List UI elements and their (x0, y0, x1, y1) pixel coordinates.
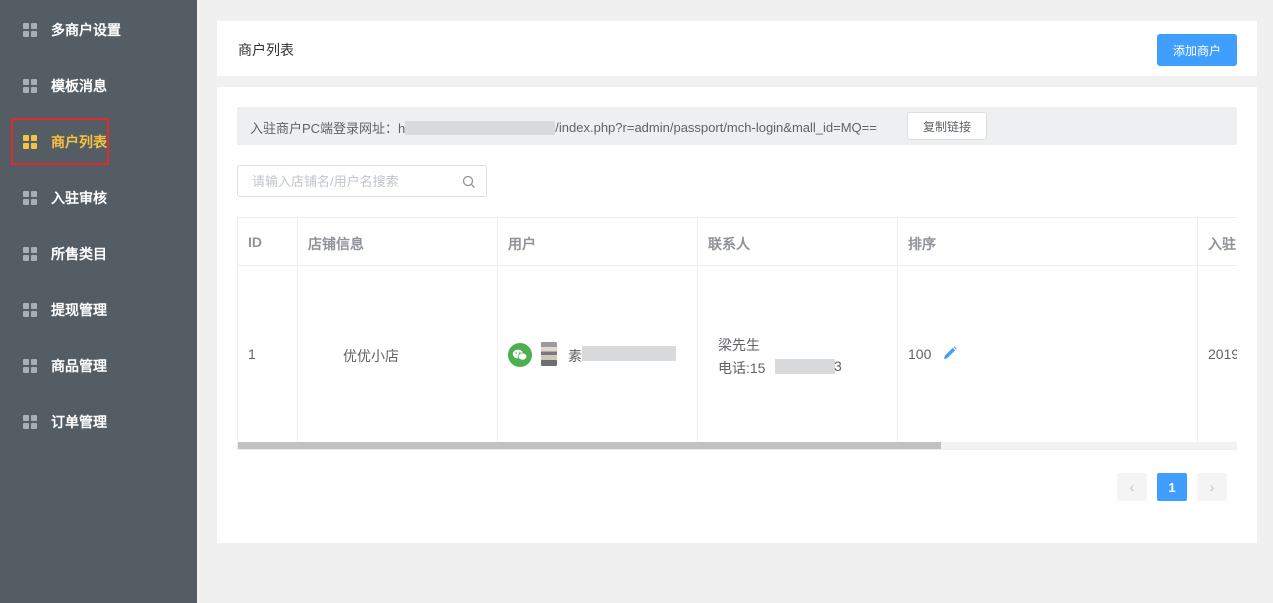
sidebar-item-entry-review[interactable]: 入驻审核 (0, 170, 197, 226)
copy-link-button[interactable]: 复制链接 (907, 112, 987, 140)
cell-sort: 100 (898, 266, 1198, 442)
login-url-suffix: /index.php?r=admin/passport/mch-login&ma… (555, 120, 877, 135)
page-title: 商户列表 (238, 42, 294, 58)
cell-contact: 梁先生 电话:15 3 (698, 266, 898, 442)
search-input[interactable] (252, 172, 452, 190)
sidebar-item-label: 商户列表 (51, 134, 107, 150)
sidebar-item-withdrawal-management[interactable]: 提现管理 (0, 282, 197, 338)
redacted-username (582, 346, 676, 361)
grid-icon (23, 415, 37, 429)
sidebar-item-label: 订单管理 (51, 414, 107, 430)
merchant-list-panel: 入驻商户PC端登录网址：h /index.php?r=admin/passpor… (217, 87, 1257, 543)
contact-name: 梁先生 (718, 337, 760, 353)
sidebar-item-sale-categories[interactable]: 所售类目 (0, 226, 197, 282)
contact-phone-prefix: 电话:15 (718, 360, 766, 376)
scrollbar-thumb[interactable] (238, 442, 941, 449)
grid-icon (23, 303, 37, 317)
column-header-user: 用户 (498, 218, 698, 265)
sidebar-item-order-management[interactable]: 订单管理 (0, 394, 197, 450)
contact-phone-suffix: 3 (834, 358, 842, 374)
grid-icon (23, 191, 37, 205)
sort-value: 100 (908, 346, 932, 362)
table-header: ID 店铺信息 用户 联系人 排序 入驻 (238, 218, 1237, 266)
sidebar-item-multi-merchant-settings[interactable]: 多商户设置 (0, 2, 197, 58)
login-url-bar: 入驻商户PC端登录网址：h /index.php?r=admin/passpor… (237, 107, 1237, 145)
column-header-store: 店铺信息 (298, 218, 498, 265)
grid-icon (23, 247, 37, 261)
sidebar-item-merchant-list[interactable]: 商户列表 (0, 114, 197, 170)
add-merchant-button[interactable]: 添加商户 (1157, 34, 1237, 66)
prev-page-button[interactable]: ‹ (1117, 473, 1147, 501)
sidebar-item-label: 提现管理 (51, 302, 107, 318)
search-field[interactable] (237, 165, 487, 197)
redacted-domain (405, 120, 556, 135)
sidebar-item-label: 入驻审核 (51, 190, 107, 206)
sidebar-item-label: 模板消息 (51, 78, 107, 94)
column-header-contact: 联系人 (698, 218, 898, 265)
sidebar-item-product-management[interactable]: 商品管理 (0, 338, 197, 394)
grid-icon (23, 135, 37, 149)
grid-icon (23, 79, 37, 93)
page-1-button[interactable]: 1 (1157, 473, 1187, 501)
avatar (541, 342, 557, 366)
page-header: 商户列表 添加商户 (217, 21, 1257, 76)
next-page-button[interactable]: › (1197, 473, 1227, 501)
horizontal-scrollbar[interactable] (238, 442, 1237, 449)
edit-icon[interactable] (942, 345, 958, 361)
table-row: 1 优优小店 素 梁先生 电话:15 3 100 2019 (238, 266, 1237, 442)
merchant-table: ID 店铺信息 用户 联系人 排序 入驻 1 优优小店 素 梁先生 电话:15 … (237, 217, 1237, 450)
user-name: 素 (568, 348, 582, 364)
login-url-prefix: 入驻商户PC端登录网址：h (250, 121, 406, 136)
sidebar: 多商户设置 模板消息 商户列表 入驻审核 所售类目 提现管理 商品管理 订单管理 (0, 0, 197, 603)
wechat-icon (508, 343, 532, 367)
redacted-phone (775, 359, 835, 374)
cell-id: 1 (238, 266, 298, 442)
sidebar-item-label: 商品管理 (51, 358, 107, 374)
cell-store: 优优小店 (298, 266, 498, 442)
search-icon[interactable] (462, 175, 476, 189)
grid-icon (23, 23, 37, 37)
sidebar-item-label: 所售类目 (51, 246, 107, 262)
column-header-sort: 排序 (898, 218, 1198, 265)
store-name: 优优小店 (343, 348, 399, 364)
column-header-joined: 入驻 (1208, 236, 1236, 252)
sidebar-item-label: 多商户设置 (51, 22, 121, 38)
cell-joined: 2019 (1198, 266, 1237, 442)
joined-date: 2019 (1208, 346, 1237, 362)
login-url-text: 入驻商户PC端登录网址：h /index.php?r=admin/passpor… (250, 118, 877, 137)
column-header-id: ID (238, 218, 298, 265)
grid-icon (23, 359, 37, 373)
cell-user: 素 (498, 266, 698, 442)
sidebar-item-template-messages[interactable]: 模板消息 (0, 58, 197, 114)
